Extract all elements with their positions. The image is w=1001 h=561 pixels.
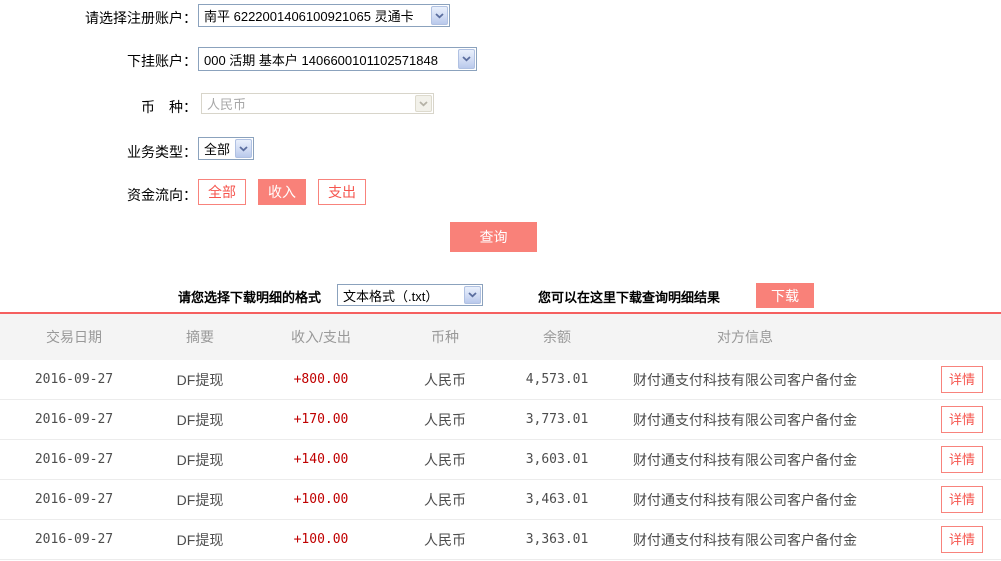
cell-amount: +800.00 (293, 372, 349, 387)
transactions-table: 交易日期 摘要 收入/支出 币种 余额 对方信息 2016-09-27 DF提现… (0, 312, 1001, 560)
query-form: 请选择注册账户： 南平 6222001406100921065 灵通卡 下挂账户… (0, 0, 1001, 312)
cell-summary: DF提现 (176, 491, 224, 508)
cell-summary: DF提现 (176, 531, 224, 548)
cell-summary: DF提现 (176, 411, 224, 428)
register-account-value: 南平 6222001406100921065 灵通卡 (204, 9, 414, 24)
business-type-value: 全部 (204, 142, 231, 157)
flow-expense-button[interactable]: 支出 (318, 179, 366, 205)
table-row: 2016-09-27 DF提现 +100.00 人民币 3,363.01 财付通… (0, 520, 1001, 560)
cell-counterparty: 财付通支付科技有限公司客户备付金 (633, 371, 857, 388)
cell-currency: 人民币 (424, 371, 466, 388)
detail-button[interactable]: 详情 (941, 526, 983, 553)
table-row: 2016-09-27 DF提现 +170.00 人民币 3,773.01 财付通… (0, 400, 1001, 440)
cell-currency: 人民币 (424, 531, 466, 548)
cell-balance: 3,363.01 (525, 532, 589, 547)
business-type-select[interactable]: 全部 (198, 137, 254, 160)
header-summary: 摘要 (186, 329, 214, 345)
business-type-label: 业务类型： (127, 144, 197, 160)
table-row: 2016-09-27 DF提现 +800.00 人民币 4,573.01 财付通… (0, 360, 1001, 400)
cell-date: 2016-09-27 (34, 372, 114, 387)
header-currency: 币种 (431, 329, 459, 345)
sub-account-label: 下挂账户： (127, 53, 197, 69)
header-date: 交易日期 (46, 329, 102, 345)
cell-date: 2016-09-27 (34, 412, 114, 427)
table-row: 2016-09-27 DF提现 +100.00 人民币 3,463.01 财付通… (0, 480, 1001, 520)
cell-balance: 3,463.01 (525, 492, 589, 507)
cell-date: 2016-09-27 (34, 452, 114, 467)
cell-date: 2016-09-27 (34, 492, 114, 507)
chevron-down-icon (431, 6, 448, 25)
download-button[interactable]: 下载 (756, 283, 814, 308)
cell-balance: 4,573.01 (525, 372, 589, 387)
detail-button[interactable]: 详情 (941, 366, 983, 393)
header-balance: 余额 (543, 329, 571, 345)
chevron-down-icon (415, 95, 432, 112)
currency-value: 人民币 (207, 97, 247, 112)
cell-amount: +170.00 (293, 412, 349, 427)
chevron-down-icon (464, 286, 481, 304)
header-counterparty: 对方信息 (717, 329, 773, 345)
cell-counterparty: 财付通支付科技有限公司客户备付金 (633, 491, 857, 508)
cell-summary: DF提现 (176, 371, 224, 388)
chevron-down-icon (235, 139, 252, 158)
register-account-select[interactable]: 南平 6222001406100921065 灵通卡 (198, 4, 450, 27)
chevron-down-icon (458, 49, 475, 69)
cell-balance: 3,773.01 (525, 412, 589, 427)
detail-button[interactable]: 详情 (941, 446, 983, 473)
table-row: 2016-09-27 DF提现 +140.00 人民币 3,603.01 财付通… (0, 440, 1001, 480)
flow-income-button[interactable]: 收入 (258, 179, 306, 205)
table-header-row: 交易日期 摘要 收入/支出 币种 余额 对方信息 (0, 314, 1001, 360)
currency-select: 人民币 (201, 93, 434, 114)
cell-amount: +140.00 (293, 452, 349, 467)
cell-amount: +100.00 (293, 492, 349, 507)
detail-button[interactable]: 详情 (941, 406, 983, 433)
cell-currency: 人民币 (424, 451, 466, 468)
header-amount: 收入/支出 (291, 329, 351, 345)
download-format-value: 文本格式（.txt） (343, 288, 439, 304)
cell-counterparty: 财付通支付科技有限公司客户备付金 (633, 531, 857, 548)
detail-button[interactable]: 详情 (941, 486, 983, 513)
register-account-label: 请选择注册账户： (85, 10, 197, 26)
fund-flow-label: 资金流向： (127, 187, 197, 203)
cell-currency: 人民币 (424, 411, 466, 428)
sub-account-value: 000 活期 基本户 1406600101102571848 (204, 52, 438, 68)
cell-summary: DF提现 (176, 451, 224, 468)
cell-balance: 3,603.01 (525, 452, 589, 467)
cell-currency: 人民币 (424, 491, 466, 508)
download-format-select[interactable]: 文本格式（.txt） (337, 284, 483, 306)
flow-all-button[interactable]: 全部 (198, 179, 246, 205)
download-format-label: 请您选择下载明细的格式 (178, 290, 322, 305)
sub-account-select[interactable]: 000 活期 基本户 1406600101102571848 (198, 47, 477, 71)
currency-label: 币 种： (141, 99, 197, 115)
cell-date: 2016-09-27 (34, 532, 114, 547)
cell-counterparty: 财付通支付科技有限公司客户备付金 (633, 451, 857, 468)
cell-amount: +100.00 (293, 532, 349, 547)
query-button[interactable]: 查询 (450, 222, 537, 252)
cell-counterparty: 财付通支付科技有限公司客户备付金 (633, 411, 857, 428)
download-hint-text: 您可以在这里下载查询明细结果 (538, 290, 721, 305)
